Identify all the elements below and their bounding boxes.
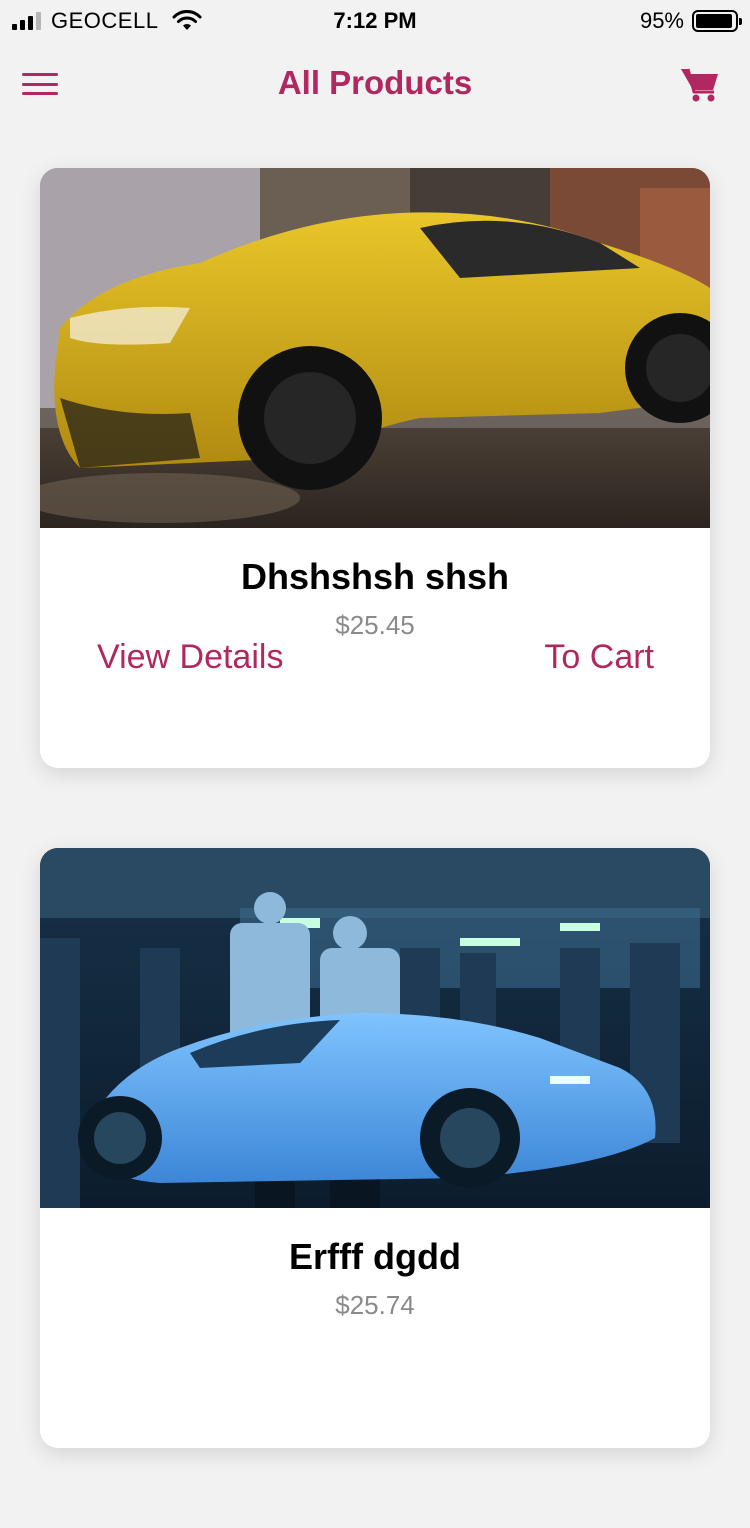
product-info: Erfff dgdd $25.74 — [40, 1208, 710, 1448]
blue-car-photo — [40, 848, 710, 1208]
yellow-car-photo — [40, 168, 710, 528]
battery-fill — [696, 14, 733, 28]
product-card: Erfff dgdd $25.74 — [40, 848, 710, 1448]
status-bar: GEOCELL 7:12 PM 95% — [0, 0, 750, 40]
product-info: Dhshshsh shsh $25.45 View Details To Car… — [40, 528, 710, 768]
view-details-button[interactable]: View Details — [97, 638, 283, 677]
shopping-cart-icon[interactable] — [680, 64, 720, 104]
status-time: 7:12 PM — [333, 8, 417, 33]
product-name: Dhshshsh shsh — [240, 556, 510, 597]
battery-icon — [692, 10, 742, 32]
page-title: All Products — [277, 64, 473, 101]
battery-percentage: 95% — [639, 8, 684, 33]
status-right: 95% — [639, 8, 742, 34]
product-card: Dhshshsh shsh $25.45 View Details To Car… — [40, 168, 710, 768]
product-list: Dhshshsh shsh $25.45 View Details To Car… — [40, 168, 710, 1528]
product-image[interactable] — [40, 848, 710, 1208]
to-cart-button[interactable]: To Cart — [544, 638, 654, 677]
product-name: Erfff dgdd — [289, 1236, 461, 1277]
product-price: $25.74 — [335, 1290, 415, 1320]
card-actions: View Details To Cart — [40, 638, 710, 688]
app-header: All Products — [0, 40, 750, 128]
product-image[interactable] — [40, 168, 710, 528]
product-price: $25.45 — [335, 610, 415, 640]
